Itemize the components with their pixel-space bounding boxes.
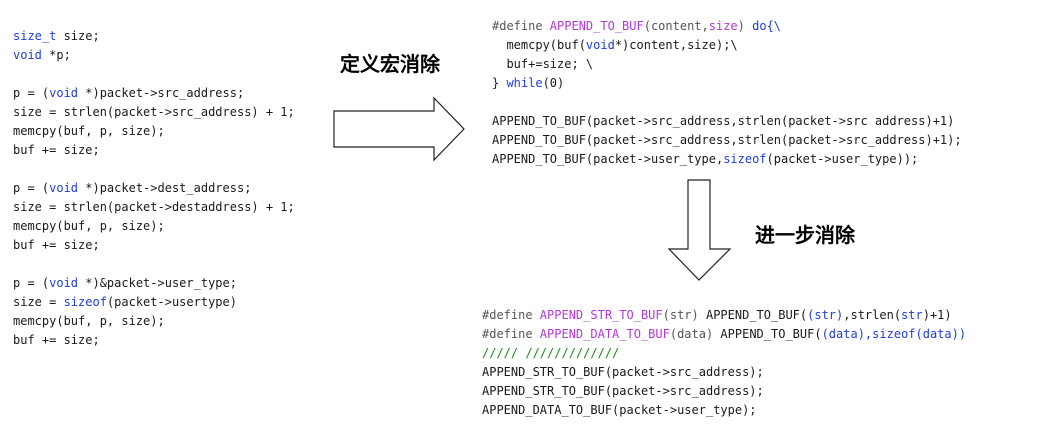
code-token: APPEND_DATA_TO_BUF(packet->user_type); — [482, 403, 757, 417]
code-token: APPEND_DATA_TO_BUF — [539, 327, 670, 341]
code-token: size — [708, 19, 738, 33]
code-line: APPEND_TO_BUF(packet->src_address,strlen… — [492, 112, 962, 131]
code-line: APPEND_TO_BUF(packet->src_address,strlen… — [492, 131, 962, 150]
code-token: *)packet->dest_address; — [78, 181, 252, 195]
code-token: p = ( — [13, 181, 50, 195]
code-token: *)&packet->user_type; — [78, 276, 237, 290]
code-token: APPEND_TO_BUF(packet->src_address,strlen… — [492, 114, 955, 128]
code-token: void — [49, 86, 79, 100]
code-line: APPEND_STR_TO_BUF(packet->src_address); — [482, 382, 966, 401]
right-arrow-icon — [333, 96, 465, 162]
code-line: size = strlen(packet->src_address) + 1; — [13, 103, 295, 122]
code-line: buf+=size; \ — [492, 55, 962, 74]
code-token: APPEND_TO_BUF — [549, 19, 644, 33]
code-line: size_t size; — [13, 27, 295, 46]
code-token: (data) — [669, 327, 714, 341]
code-token: sizeof — [723, 152, 767, 166]
code-token: APPEND_TO_BUF( — [713, 327, 822, 341]
code-token: memcpy(buf, p, size); — [13, 219, 165, 233]
code-token: #define — [482, 327, 540, 341]
code-line: APPEND_STR_TO_BUF(packet->src_address); — [482, 363, 966, 382]
code-line: #define APPEND_DATA_TO_BUF(data) APPEND_… — [482, 325, 966, 344]
code-token: ,strlen( — [843, 308, 902, 322]
step-label-further-eliminate: 进一步消除 — [755, 223, 855, 247]
code-token: (0) — [542, 76, 565, 90]
code-token: size = strlen(packet->destaddress) + 1; — [13, 200, 295, 214]
code-line: buf += size; — [13, 236, 295, 255]
code-line: } while(0) — [492, 74, 962, 93]
code-line: memcpy(buf(void*)content,size);\ — [492, 36, 962, 55]
original-code-block: size_t size; void *p; p = (void *)packet->… — [13, 27, 295, 350]
code-token: APPEND_TO_BUF( — [698, 308, 808, 322]
code-line: p = (void *)packet->dest_address; — [13, 179, 295, 198]
code-line: p = (void *)packet->src_address; — [13, 84, 295, 103]
code-line: memcpy(buf, p, size); — [13, 312, 295, 331]
code-token: p = ( — [13, 276, 50, 290]
code-token: (packet->user_type)); — [766, 152, 919, 166]
code-token: APPEND_STR_TO_BUF(packet->src_address); — [482, 365, 764, 379]
code-token: *)content,size);\ — [614, 38, 738, 52]
code-line: #define APPEND_TO_BUF(content,size) do{\ — [492, 17, 962, 36]
code-token: #define — [482, 308, 540, 322]
code-token: do — [752, 19, 767, 33]
code-token: *)packet->src_address; — [78, 86, 245, 100]
code-line: APPEND_DATA_TO_BUF(packet->user_type); — [482, 401, 966, 420]
code-token: str — [901, 308, 923, 322]
code-line: size = sizeof(packet->usertype) — [13, 293, 295, 312]
code-line: #define APPEND_STR_TO_BUF(str) APPEND_TO… — [482, 306, 966, 325]
code-line: buf += size; — [13, 331, 295, 350]
code-token: ) — [737, 19, 753, 33]
code-token: size = strlen(packet->src_address) + 1; — [13, 105, 295, 119]
code-token: #define — [492, 19, 550, 33]
code-token: memcpy(buf, p, size); — [13, 314, 165, 328]
code-token: void — [49, 181, 79, 195]
code-token: size = — [13, 295, 64, 309]
code-token: size_t — [13, 29, 57, 43]
code-token: buf += size; — [13, 238, 100, 252]
code-token: while — [506, 76, 543, 90]
code-token: sizeof — [63, 295, 107, 309]
code-token: (data),sizeof(data)) — [821, 327, 967, 341]
code-token: void — [13, 48, 42, 62]
code-line: memcpy(buf, p, size); — [13, 217, 295, 236]
code-line: p = (void *)&packet->user_type; — [13, 274, 295, 293]
code-line: void *p; — [13, 46, 295, 65]
code-token: } — [492, 76, 507, 90]
code-token: size; — [56, 29, 100, 43]
code-token: {\ — [766, 19, 782, 33]
code-token: void — [585, 38, 615, 52]
code-line: size = strlen(packet->destaddress) + 1; — [13, 198, 295, 217]
final-code-block: #define APPEND_STR_TO_BUF(str) APPEND_TO… — [482, 306, 966, 420]
code-token: buf += size; — [13, 143, 100, 157]
down-arrow-icon — [667, 179, 732, 281]
code-token: void — [49, 276, 79, 290]
code-token: (packet->usertype) — [106, 295, 237, 309]
code-token: *p; — [41, 48, 71, 62]
step-label-define-macro: 定义宏消除 — [340, 52, 440, 76]
code-token: APPEND_TO_BUF(packet->user_type, — [492, 152, 724, 166]
code-token: memcpy(buf, p, size); — [13, 124, 165, 138]
code-token: memcpy(buf( — [492, 38, 586, 52]
code-token: APPEND_STR_TO_BUF(packet->src_address); — [482, 384, 764, 398]
code-token: APPEND_TO_BUF(packet->src_address,strlen… — [492, 133, 962, 147]
code-line: buf += size; — [13, 141, 295, 160]
code-token: ///// ///////////// — [482, 346, 620, 360]
code-token: (str) — [807, 308, 844, 322]
code-token: (str) — [662, 308, 699, 322]
code-token: p = ( — [13, 86, 50, 100]
code-line: ///// ///////////// — [482, 344, 966, 363]
code-token: buf += size; — [13, 333, 100, 347]
code-line: APPEND_TO_BUF(packet->user_type,sizeof(p… — [492, 150, 962, 169]
code-token: (content, — [643, 19, 709, 33]
macro-code-block: #define APPEND_TO_BUF(content,size) do{\… — [492, 17, 962, 169]
code-token: buf+=size; \ — [492, 57, 594, 71]
code-line: memcpy(buf, p, size); — [13, 122, 295, 141]
code-token: APPEND_STR_TO_BUF — [539, 308, 663, 322]
code-token: )+1) — [922, 308, 952, 322]
